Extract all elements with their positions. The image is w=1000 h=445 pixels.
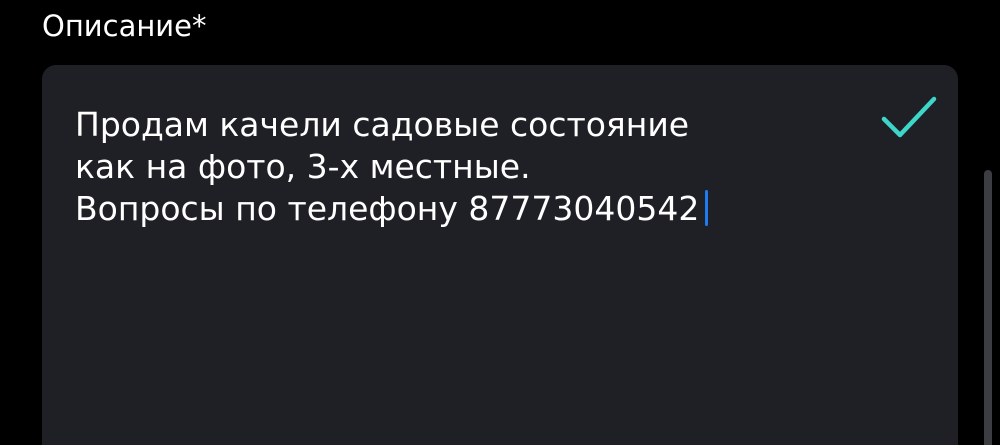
- description-textarea[interactable]: Продам качели садовые состояние как на ф…: [42, 65, 958, 445]
- description-screen: Описание* Продам качели садовые состояни…: [0, 0, 1000, 445]
- description-text[interactable]: Продам качели садовые состояние как на ф…: [75, 104, 835, 230]
- description-line-2: как на фото, 3-х местные.: [75, 147, 531, 186]
- description-line-1: Продам качели садовые состояние: [75, 105, 690, 144]
- scrollbar[interactable]: [984, 170, 992, 445]
- description-label: Описание*: [42, 9, 207, 43]
- description-line-3-text: Вопросы по телефону 87773040542: [75, 189, 700, 228]
- text-caret: [705, 190, 709, 226]
- check-icon: [881, 96, 937, 138]
- description-line-3: Вопросы по телефону 87773040542: [75, 188, 835, 230]
